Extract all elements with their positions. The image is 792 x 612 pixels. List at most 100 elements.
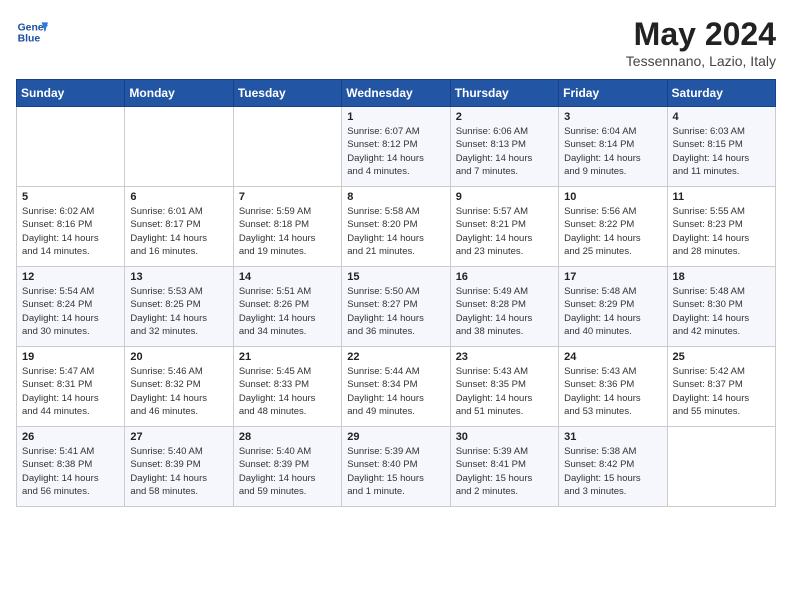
day-number: 12: [22, 271, 119, 283]
day-number: 16: [456, 271, 553, 283]
calendar-cell: 20 Sunrise: 5:46 AM Sunset: 8:32 PM Dayli…: [125, 347, 233, 427]
day-info: Sunrise: 5:50 AM Sunset: 8:27 PM Dayligh…: [347, 285, 444, 338]
day-info: Sunrise: 5:43 AM Sunset: 8:36 PM Dayligh…: [564, 365, 661, 418]
col-header-tuesday: Tuesday: [233, 80, 341, 107]
calendar-cell: 31 Sunrise: 5:38 AM Sunset: 8:42 PM Dayli…: [559, 427, 667, 507]
day-number: 18: [673, 271, 770, 283]
calendar-cell: 5Sunrise: 6:02 AM Sunset: 8:16 PM Daylig…: [17, 187, 125, 267]
title-section: May 2024 Tessennano, Lazio, Italy: [626, 16, 776, 69]
day-number: 11: [673, 191, 770, 203]
calendar-cell: 24Sunrise: 5:43 AM Sunset: 8:36 PM Dayli…: [559, 347, 667, 427]
day-number: 2: [456, 111, 553, 123]
day-number: 14: [239, 271, 336, 283]
day-info: Sunrise: 5:47 AM Sunset: 8:31 PM Dayligh…: [22, 365, 119, 418]
calendar-header-row: SundayMondayTuesdayWednesdayThursdayFrid…: [17, 80, 776, 107]
calendar-week-2: 5Sunrise: 6:02 AM Sunset: 8:16 PM Daylig…: [17, 187, 776, 267]
day-number: 30: [456, 431, 553, 443]
day-number: 19: [22, 351, 119, 363]
day-number: 6: [130, 191, 227, 203]
day-number: 28: [239, 431, 336, 443]
day-number: 3: [564, 111, 661, 123]
day-number: 27: [130, 431, 227, 443]
day-info: Sunrise: 5:54 AM Sunset: 8:24 PM Dayligh…: [22, 285, 119, 338]
day-info: Sunrise: 5:42 AM Sunset: 8:37 PM Dayligh…: [673, 365, 770, 418]
calendar-cell: 22 Sunrise: 5:44 AM Sunset: 8:34 PM Dayli…: [342, 347, 450, 427]
calendar-week-5: 26 Sunrise: 5:41 AM Sunset: 8:38 PM Dayli…: [17, 427, 776, 507]
day-number: 20: [130, 351, 227, 363]
day-number: 17: [564, 271, 661, 283]
calendar-cell: 1 Sunrise: 6:07 AM Sunset: 8:12 PM Daylig…: [342, 107, 450, 187]
day-number: 7: [239, 191, 336, 203]
calendar-cell: 18 Sunrise: 5:48 AM Sunset: 8:30 PM Dayli…: [667, 267, 775, 347]
day-number: 10: [564, 191, 661, 203]
calendar-week-1: 1 Sunrise: 6:07 AM Sunset: 8:12 PM Daylig…: [17, 107, 776, 187]
day-info: Sunrise: 6:03 AM Sunset: 8:15 PM Dayligh…: [673, 125, 770, 178]
calendar-body: 1 Sunrise: 6:07 AM Sunset: 8:12 PM Daylig…: [17, 107, 776, 507]
day-info: Sunrise: 6:07 AM Sunset: 8:12 PM Dayligh…: [347, 125, 444, 178]
calendar-cell: 3 Sunrise: 6:04 AM Sunset: 8:14 PM Daylig…: [559, 107, 667, 187]
page-header: General Blue May 2024 Tessennano, Lazio,…: [16, 16, 776, 69]
calendar-cell: 14Sunrise: 5:51 AM Sunset: 8:26 PM Dayli…: [233, 267, 341, 347]
day-info: Sunrise: 5:39 AM Sunset: 8:40 PM Dayligh…: [347, 445, 444, 498]
calendar-cell: 19 Sunrise: 5:47 AM Sunset: 8:31 PM Dayli…: [17, 347, 125, 427]
calendar-cell: 10Sunrise: 5:56 AM Sunset: 8:22 PM Dayli…: [559, 187, 667, 267]
day-number: 13: [130, 271, 227, 283]
day-info: Sunrise: 5:58 AM Sunset: 8:20 PM Dayligh…: [347, 205, 444, 258]
day-number: 1: [347, 111, 444, 123]
day-number: 15: [347, 271, 444, 283]
calendar-cell: 26 Sunrise: 5:41 AM Sunset: 8:38 PM Dayli…: [17, 427, 125, 507]
day-number: 23: [456, 351, 553, 363]
calendar-week-3: 12 Sunrise: 5:54 AM Sunset: 8:24 PM Dayli…: [17, 267, 776, 347]
calendar-cell: 8 Sunrise: 5:58 AM Sunset: 8:20 PM Daylig…: [342, 187, 450, 267]
calendar-cell: 27 Sunrise: 5:40 AM Sunset: 8:39 PM Dayli…: [125, 427, 233, 507]
day-info: Sunrise: 5:48 AM Sunset: 8:29 PM Dayligh…: [564, 285, 661, 338]
calendar-cell: 6Sunrise: 6:01 AM Sunset: 8:17 PM Daylig…: [125, 187, 233, 267]
day-number: 9: [456, 191, 553, 203]
calendar-cell: 4 Sunrise: 6:03 AM Sunset: 8:15 PM Daylig…: [667, 107, 775, 187]
day-info: Sunrise: 5:44 AM Sunset: 8:34 PM Dayligh…: [347, 365, 444, 418]
col-header-monday: Monday: [125, 80, 233, 107]
calendar-cell: 23Sunrise: 5:43 AM Sunset: 8:35 PM Dayli…: [450, 347, 558, 427]
calendar-cell: 11Sunrise: 5:55 AM Sunset: 8:23 PM Dayli…: [667, 187, 775, 267]
calendar-cell: 29Sunrise: 5:39 AM Sunset: 8:40 PM Dayli…: [342, 427, 450, 507]
day-number: 22: [347, 351, 444, 363]
logo-icon: General Blue: [16, 16, 48, 48]
calendar-cell: [125, 107, 233, 187]
day-info: Sunrise: 5:46 AM Sunset: 8:32 PM Dayligh…: [130, 365, 227, 418]
day-number: 4: [673, 111, 770, 123]
day-info: Sunrise: 5:40 AM Sunset: 8:39 PM Dayligh…: [239, 445, 336, 498]
day-number: 26: [22, 431, 119, 443]
day-info: Sunrise: 6:04 AM Sunset: 8:14 PM Dayligh…: [564, 125, 661, 178]
col-header-saturday: Saturday: [667, 80, 775, 107]
calendar-cell: [233, 107, 341, 187]
day-number: 25: [673, 351, 770, 363]
col-header-sunday: Sunday: [17, 80, 125, 107]
day-number: 21: [239, 351, 336, 363]
day-info: Sunrise: 5:40 AM Sunset: 8:39 PM Dayligh…: [130, 445, 227, 498]
month-year-title: May 2024: [626, 16, 776, 53]
calendar-week-4: 19 Sunrise: 5:47 AM Sunset: 8:31 PM Dayli…: [17, 347, 776, 427]
day-number: 31: [564, 431, 661, 443]
day-info: Sunrise: 5:38 AM Sunset: 8:42 PM Dayligh…: [564, 445, 661, 498]
calendar-table: SundayMondayTuesdayWednesdayThursdayFrid…: [16, 79, 776, 507]
day-info: Sunrise: 5:57 AM Sunset: 8:21 PM Dayligh…: [456, 205, 553, 258]
location-subtitle: Tessennano, Lazio, Italy: [626, 53, 776, 69]
calendar-cell: 28 Sunrise: 5:40 AM Sunset: 8:39 PM Dayli…: [233, 427, 341, 507]
calendar-cell: 15 Sunrise: 5:50 AM Sunset: 8:27 PM Dayli…: [342, 267, 450, 347]
col-header-thursday: Thursday: [450, 80, 558, 107]
day-info: Sunrise: 5:59 AM Sunset: 8:18 PM Dayligh…: [239, 205, 336, 258]
day-info: Sunrise: 5:45 AM Sunset: 8:33 PM Dayligh…: [239, 365, 336, 418]
svg-text:Blue: Blue: [18, 34, 41, 45]
calendar-cell: 9 Sunrise: 5:57 AM Sunset: 8:21 PM Daylig…: [450, 187, 558, 267]
day-info: Sunrise: 6:06 AM Sunset: 8:13 PM Dayligh…: [456, 125, 553, 178]
day-info: Sunrise: 5:48 AM Sunset: 8:30 PM Dayligh…: [673, 285, 770, 338]
logo: General Blue: [16, 16, 48, 48]
day-info: Sunrise: 5:39 AM Sunset: 8:41 PM Dayligh…: [456, 445, 553, 498]
day-info: Sunrise: 5:41 AM Sunset: 8:38 PM Dayligh…: [22, 445, 119, 498]
calendar-cell: 7 Sunrise: 5:59 AM Sunset: 8:18 PM Daylig…: [233, 187, 341, 267]
calendar-cell: [17, 107, 125, 187]
day-number: 8: [347, 191, 444, 203]
col-header-wednesday: Wednesday: [342, 80, 450, 107]
calendar-cell: 16Sunrise: 5:49 AM Sunset: 8:28 PM Dayli…: [450, 267, 558, 347]
day-info: Sunrise: 5:53 AM Sunset: 8:25 PM Dayligh…: [130, 285, 227, 338]
